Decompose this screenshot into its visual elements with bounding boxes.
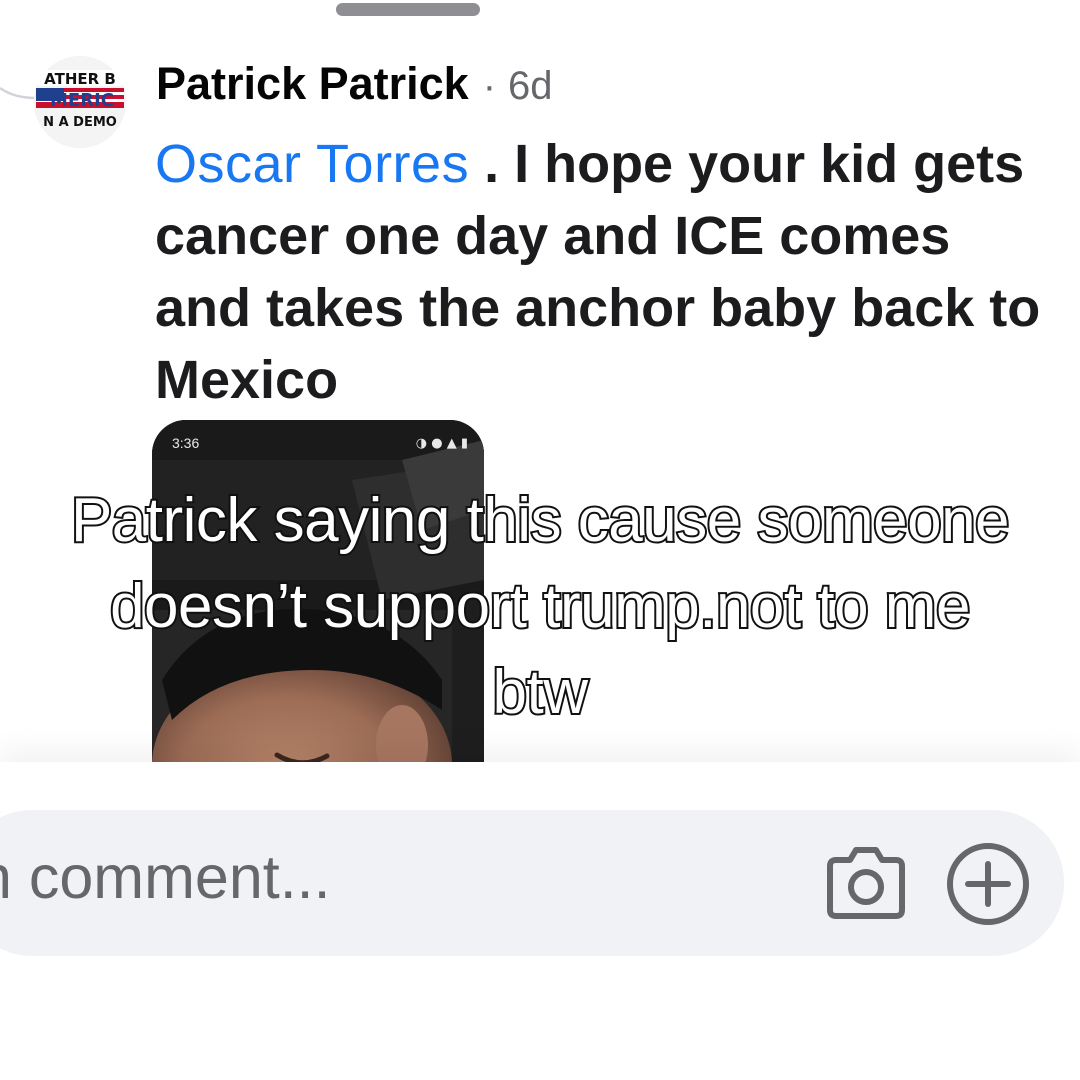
plus-circle-icon[interactable] [944, 840, 1032, 928]
meta-separator: · [482, 64, 497, 108]
svg-text:ATHER B: ATHER B [44, 70, 116, 88]
author-name[interactable]: Patrick Patrick [156, 58, 469, 110]
comment-body: Oscar Torres . I hope your kid gets canc… [155, 128, 1055, 416]
author-avatar[interactable]: ATHER B MERIC N A DEMO [34, 56, 126, 148]
comment-input-placeholder: n comment... [0, 843, 331, 911]
comment-timestamp[interactable]: 6d [508, 64, 553, 109]
camera-icon[interactable] [822, 844, 910, 922]
attachment-status-time: 3:36 [172, 435, 200, 451]
mention-link[interactable]: Oscar Torres [155, 134, 469, 194]
video-caption-overlay: Patrick saying this cause someone doesn’… [69, 484, 1012, 729]
comment-header: Patrick Patrick · 6d [156, 58, 553, 118]
attachment-status-icons: ◑ ● ▲ ▮ [415, 435, 468, 451]
profile-picture-icon: ATHER B MERIC N A DEMO [34, 56, 126, 148]
svg-text:MERIC: MERIC [50, 90, 114, 111]
attachment-status-bar: 3:36 ◑ ● ▲ ▮ [152, 430, 484, 456]
screen: ATHER B MERIC N A DEMO Patrick Patrick ·… [0, 0, 1080, 1080]
svg-text:N A DEMO: N A DEMO [43, 115, 117, 130]
drag-handle[interactable] [336, 3, 480, 16]
